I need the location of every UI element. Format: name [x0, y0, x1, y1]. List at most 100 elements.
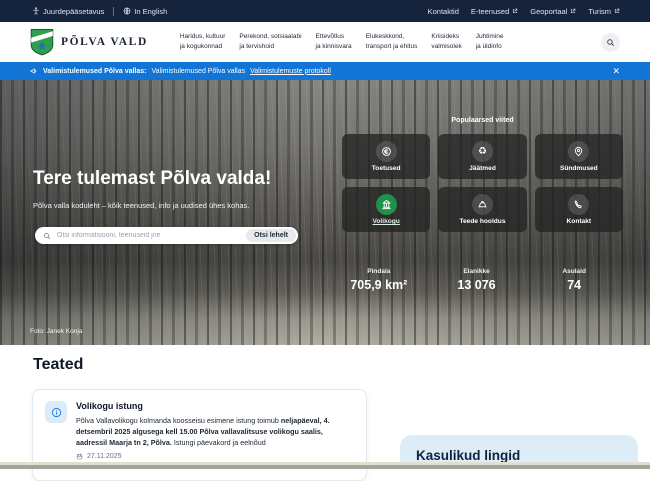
header-search-button[interactable]	[601, 33, 620, 52]
tile-label: Volikogu	[372, 218, 399, 225]
hero-subtitle: Põlva valla koduleht – kõik teenused, in…	[33, 201, 249, 210]
notice-date: 27.11.2025	[87, 453, 122, 460]
location-pin-icon	[568, 141, 589, 162]
accessibility-icon	[32, 7, 40, 15]
municipality-stats: Pindala 705,9 km² Elanikke 13 076 Asulai…	[330, 268, 623, 292]
nav-item-kriisideks[interactable]: Kriisideks valmisolek	[431, 32, 461, 52]
announcement-banner: Valimistulemused Põlva vallas: Valimistu…	[0, 62, 650, 80]
nav-item-juhtimine[interactable]: Juhtimine ja üldinfo	[476, 32, 504, 52]
language-switch[interactable]: In English	[123, 7, 167, 16]
hero-search-bar: Otsi lehelt	[35, 227, 298, 244]
euro-coin-icon	[376, 141, 397, 162]
recycle-icon: ♻	[472, 141, 493, 162]
stat-elanikke: Elanikke 13 076	[428, 268, 526, 292]
stat-value: 74	[525, 278, 623, 292]
nav-label: Kriisideks	[431, 32, 461, 42]
site-logo[interactable]: PÕLVA VALD	[30, 28, 148, 56]
tile-volikogu[interactable]: Volikogu	[342, 187, 430, 232]
tile-label: Kontakt	[567, 218, 592, 225]
topbar-link-kontaktid[interactable]: Kontaktid	[428, 7, 459, 16]
hero-section: Tere tulemast Põlva valda! Põlva valla k…	[0, 80, 650, 345]
nav-label: ja kogukonnad	[180, 42, 226, 52]
language-label: In English	[134, 7, 167, 16]
topbar-divider	[113, 7, 114, 16]
topbar-link-label: Geoportaal	[530, 7, 567, 16]
tile-kontakt[interactable]: Kontakt	[535, 187, 623, 232]
stat-pindala: Pindala 705,9 km²	[330, 268, 428, 292]
hero-search-input[interactable]	[55, 231, 242, 240]
nav-item-perekond[interactable]: Perekond, sotsiaalabi ja tervishoid	[239, 32, 301, 52]
photo-credit: Foto: Janek Konja	[30, 328, 82, 335]
popular-links-grid: Toetused ♻ Jäätmed Sündmused Volikogu Te…	[342, 134, 623, 232]
government-building-icon	[376, 194, 397, 215]
nav-item-ettevotlus[interactable]: Ettevõtlus ja kinnisvara	[316, 32, 352, 52]
popular-links-title: Populaarsed viited	[342, 117, 623, 124]
stat-label: Elanikke	[428, 268, 526, 275]
coat-of-arms-icon	[30, 28, 54, 56]
notice-body-link[interactable]: Istungi päevakord ja eelnõud	[172, 438, 266, 447]
search-icon	[43, 232, 51, 240]
recycle-glyph: ♻	[478, 147, 487, 157]
nav-label: ja tervishoid	[239, 42, 301, 52]
nav-label: transport ja ehitus	[366, 42, 418, 52]
announcement-bold: Valimistulemused Põlva vallas:	[43, 68, 147, 75]
external-link-icon	[570, 8, 576, 14]
main-nav: Haridus, kultuur ja kogukonnad Perekond,…	[180, 32, 504, 52]
topbar-links: Kontaktid E-teenused Geoportaal Turism	[428, 7, 620, 16]
topbar-link-label: Kontaktid	[428, 7, 459, 16]
tile-sundmused[interactable]: Sündmused	[535, 134, 623, 179]
topbar-link-eteenused[interactable]: E-teenused	[471, 7, 518, 16]
phone-icon	[568, 194, 589, 215]
stat-label: Pindala	[330, 268, 428, 275]
tile-label: Teede hooldus	[459, 218, 505, 225]
nav-label: ja üldinfo	[476, 42, 504, 52]
topbar-link-geoportaal[interactable]: Geoportaal	[530, 7, 576, 16]
teated-heading: Teated	[33, 356, 83, 374]
notice-date-row: 27.11.2025	[76, 453, 354, 460]
site-name: PÕLVA VALD	[61, 36, 148, 48]
hard-hat-icon	[472, 194, 493, 215]
topbar-link-turism[interactable]: Turism	[588, 7, 620, 16]
announcement-icon	[30, 67, 38, 75]
useful-links-heading: Kasulikud lingid	[416, 448, 638, 463]
topbar-link-label: E-teenused	[471, 7, 509, 16]
notice-title: Volikogu istung	[76, 401, 354, 411]
nav-label: ja kinnisvara	[316, 42, 352, 52]
close-icon[interactable]: ✕	[612, 67, 620, 76]
nav-label: valmisolek	[431, 42, 461, 52]
nav-label: Perekond, sotsiaalabi	[239, 32, 301, 42]
stat-asulaid: Asulaid 74	[525, 268, 623, 292]
announcement-text: Valimistulemused Põlva vallas	[152, 68, 246, 75]
stat-label: Asulaid	[525, 268, 623, 275]
hero-search-submit-button[interactable]: Otsi lehelt	[246, 229, 296, 242]
nav-label: Ettevõtlus	[316, 32, 352, 42]
tile-jaatmed[interactable]: ♻ Jäätmed	[438, 134, 526, 179]
stat-value: 705,9 km²	[330, 278, 428, 292]
nav-label: Haridus, kultuur	[180, 32, 226, 42]
topbar-link-label: Turism	[588, 7, 611, 16]
notice-body-start: Põlva Vallavolikogu kolmanda koosseisu e…	[76, 416, 281, 425]
site-header: PÕLVA VALD Haridus, kultuur ja kogukonna…	[0, 22, 650, 62]
announcement-link[interactable]: Valimistulemuste protokoll	[250, 68, 331, 75]
top-utility-bar: Juurdepääsetavus In English Kontaktid E-…	[0, 0, 650, 22]
external-link-icon	[614, 8, 620, 14]
nav-item-elukeskkond[interactable]: Elukeskkond, transport ja ehitus	[366, 32, 418, 52]
nav-label: Juhtimine	[476, 32, 504, 42]
globe-icon	[123, 7, 131, 15]
accessibility-link[interactable]: Juurdepääsetavus	[32, 7, 104, 16]
tile-label: Toetused	[372, 165, 401, 172]
external-link-icon	[512, 8, 518, 14]
tile-toetused[interactable]: Toetused	[342, 134, 430, 179]
tile-label: Sündmused	[560, 165, 598, 172]
tile-teede-hooldus[interactable]: Teede hooldus	[438, 187, 526, 232]
info-icon	[45, 401, 67, 423]
hero-title: Tere tulemast Põlva valda!	[33, 168, 271, 190]
content-section: Teated Volikogu istung Põlva Vallavoliko…	[0, 345, 650, 462]
screenshot-bottom-edge	[0, 462, 650, 469]
nav-item-haridus[interactable]: Haridus, kultuur ja kogukonnad	[180, 32, 226, 52]
stat-value: 13 076	[428, 278, 526, 292]
tile-label: Jäätmed	[469, 165, 496, 172]
notice-body: Põlva Vallavolikogu kolmanda koosseisu e…	[76, 415, 354, 448]
search-icon	[606, 38, 615, 47]
nav-label: Elukeskkond,	[366, 32, 418, 42]
